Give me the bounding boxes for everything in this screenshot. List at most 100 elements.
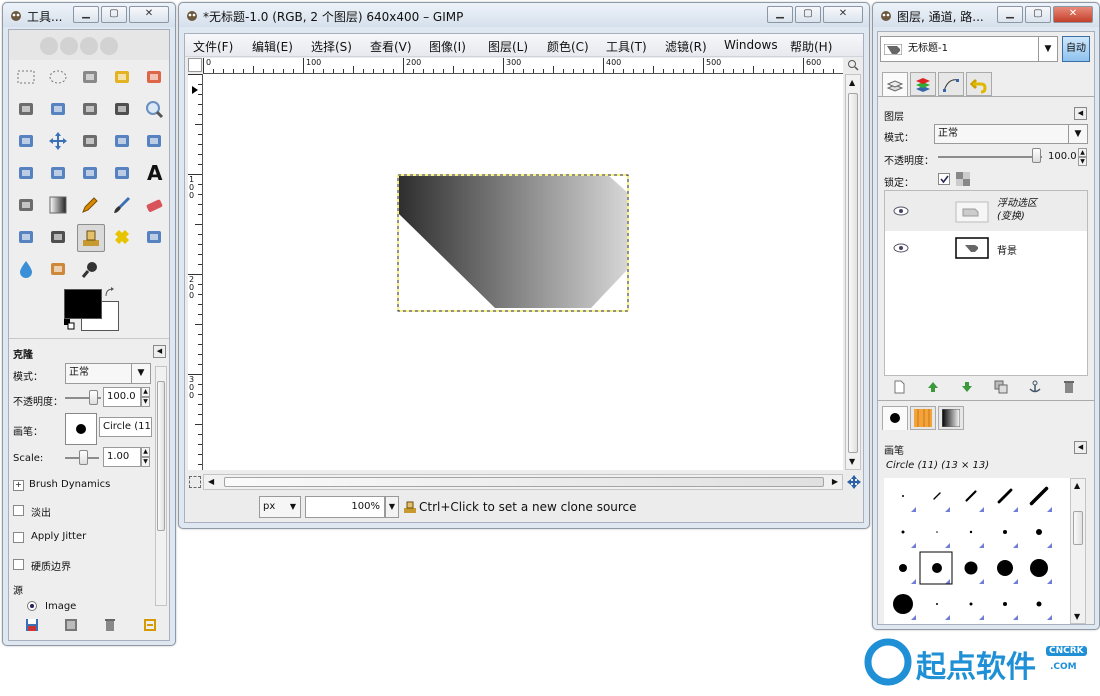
canvas-drawing[interactable] — [397, 174, 629, 314]
close-button[interactable]: ✕ — [129, 6, 169, 23]
scale-input[interactable]: 1.00 — [103, 447, 141, 467]
menu-item-7[interactable]: 工具(T) — [606, 38, 647, 55]
eye-icon[interactable] — [893, 243, 909, 253]
scroll-up-arrow[interactable]: ▲ — [1074, 481, 1080, 490]
restore-options-icon[interactable] — [64, 618, 78, 632]
tool-measure[interactable] — [13, 128, 39, 154]
eye-icon[interactable] — [893, 206, 909, 216]
opacity-spin-down[interactable]: ▼ — [141, 397, 150, 407]
menu-item-10[interactable]: 帮助(H) — [790, 38, 832, 55]
brush-name-field[interactable]: Circle (11 — [99, 417, 152, 437]
tool-fuzzy-select[interactable] — [109, 64, 135, 90]
tool-free-select[interactable] — [77, 64, 103, 90]
toolbox-titlebar[interactable]: 工具... ▁ ▢ ✕ — [3, 3, 175, 27]
tool-bucket-fill[interactable] — [13, 192, 39, 218]
tool-align[interactable] — [77, 128, 103, 154]
layer-opacity-slider-handle[interactable] — [1032, 148, 1041, 163]
menu-item-8[interactable]: 滤镜(R) — [665, 38, 707, 55]
tab-undo-history[interactable] — [966, 72, 992, 96]
tool-clone[interactable] — [77, 224, 105, 252]
scroll-right-arrow[interactable]: ▶ — [832, 477, 838, 486]
layers-dock-titlebar[interactable]: 图层, 通道, 路... ▁ ▢ ✕ — [873, 3, 1099, 27]
menu-item-0[interactable]: 文件(F) — [193, 38, 233, 55]
save-options-icon[interactable] — [25, 618, 39, 632]
lock-pixels-checkbox[interactable] — [938, 173, 950, 185]
tool-pencil[interactable] — [77, 192, 103, 218]
layers-panel-menu-button[interactable]: ◀ — [1074, 107, 1087, 120]
scale-spin-up[interactable]: ▲ — [141, 447, 150, 457]
raise-layer-icon[interactable] — [926, 380, 940, 394]
maximize-button[interactable]: ▢ — [101, 6, 127, 23]
brush-dynamics-expander[interactable]: + — [13, 480, 24, 491]
tool-scale[interactable] — [13, 160, 39, 186]
mode-select[interactable]: 正常 ▼ — [65, 363, 151, 384]
tool-options-scroll-thumb[interactable] — [157, 381, 165, 531]
opacity-input[interactable]: 100.0 — [103, 387, 141, 407]
brush-grid-scrollbar[interactable]: ▲ ▼ — [1070, 478, 1086, 624]
layer-row[interactable]: 浮动选区 (变换) — [885, 191, 1087, 231]
tool-eraser[interactable] — [141, 192, 167, 218]
tool-heal[interactable] — [109, 224, 135, 250]
scale-spin-down[interactable]: ▼ — [141, 457, 150, 467]
fade-checkbox[interactable] — [13, 505, 24, 516]
tool-shear[interactable] — [45, 160, 71, 186]
tool-perspective-clone[interactable] — [141, 224, 167, 250]
menu-item-3[interactable]: 查看(V) — [370, 38, 412, 55]
tool-options-scrollbar[interactable] — [155, 366, 167, 606]
layer-opacity-spin-up[interactable]: ▲ — [1078, 148, 1087, 157]
vertical-scroll-thumb[interactable] — [848, 93, 858, 453]
horizontal-scroll-thumb[interactable] — [224, 477, 824, 487]
tool-options-menu-button[interactable]: ◀ — [153, 345, 166, 358]
tab-gradients[interactable] — [938, 406, 964, 430]
image-select[interactable]: 无标题-1 ▼ — [880, 36, 1058, 62]
navigate-icon[interactable] — [847, 475, 861, 489]
tool-rotate[interactable] — [141, 128, 167, 154]
reset-options-icon[interactable] — [143, 618, 157, 632]
tab-channels[interactable] — [910, 72, 936, 96]
tool-foreground-select[interactable] — [45, 96, 71, 122]
tool-blur-sharpen[interactable] — [13, 256, 39, 282]
horizontal-ruler[interactable]: 0 100 200 300 400 500 600 — [203, 58, 844, 74]
horizontal-scrollbar[interactable]: ◀ ▶ — [203, 474, 843, 490]
tool-blend[interactable] — [45, 192, 71, 218]
tool-color-picker[interactable] — [109, 96, 135, 122]
ruler-corner[interactable] — [188, 58, 202, 72]
tool-rect-select[interactable] — [13, 64, 39, 90]
brush-grid-scroll-thumb[interactable] — [1073, 511, 1083, 545]
scroll-down-arrow[interactable]: ▼ — [849, 457, 855, 466]
minimize-button[interactable]: ▁ — [73, 6, 99, 23]
layer-opacity-spin-down[interactable]: ▼ — [1078, 157, 1087, 166]
lower-layer-icon[interactable] — [960, 380, 974, 394]
zoom-fit-icon[interactable] — [847, 59, 859, 71]
delete-options-icon[interactable] — [103, 618, 117, 632]
tool-dodge-burn[interactable] — [77, 256, 103, 282]
tool-smudge[interactable] — [45, 256, 71, 282]
duplicate-layer-icon[interactable] — [994, 380, 1008, 394]
quick-mask-toggle[interactable] — [189, 476, 201, 488]
tab-layers[interactable] — [882, 72, 908, 96]
opacity-slider-handle[interactable] — [89, 390, 98, 405]
tool-ellipse-select[interactable] — [45, 64, 71, 90]
tool-paintbrush[interactable] — [109, 192, 135, 218]
scale-slider-handle[interactable] — [79, 450, 88, 465]
scroll-left-arrow[interactable]: ◀ — [208, 477, 214, 486]
opacity-spin-up[interactable]: ▲ — [141, 387, 150, 397]
tool-scissors-select[interactable] — [13, 96, 39, 122]
brush-preview-button[interactable] — [65, 413, 97, 445]
tool-crop[interactable] — [109, 128, 135, 154]
source-image-radio[interactable] — [27, 601, 37, 611]
menu-item-2[interactable]: 选择(S) — [311, 38, 352, 55]
default-colors-icon[interactable] — [64, 319, 75, 330]
menu-item-5[interactable]: 图层(L) — [488, 38, 528, 55]
menu-item-6[interactable]: 颜色(C) — [547, 38, 589, 55]
tool-perspective[interactable] — [77, 160, 103, 186]
zoom-input[interactable]: 100% — [305, 496, 385, 518]
maximize-button[interactable]: ▢ — [795, 6, 821, 23]
layer-row[interactable]: 背景 — [885, 233, 1087, 263]
anchor-layer-icon[interactable] — [1028, 380, 1042, 394]
auto-button[interactable]: 自动 — [1062, 36, 1090, 62]
unit-select[interactable]: px ▼ — [259, 496, 301, 518]
maximize-button[interactable]: ▢ — [1025, 6, 1051, 23]
tool-text[interactable]: A — [141, 160, 167, 186]
new-layer-icon[interactable] — [892, 380, 906, 394]
